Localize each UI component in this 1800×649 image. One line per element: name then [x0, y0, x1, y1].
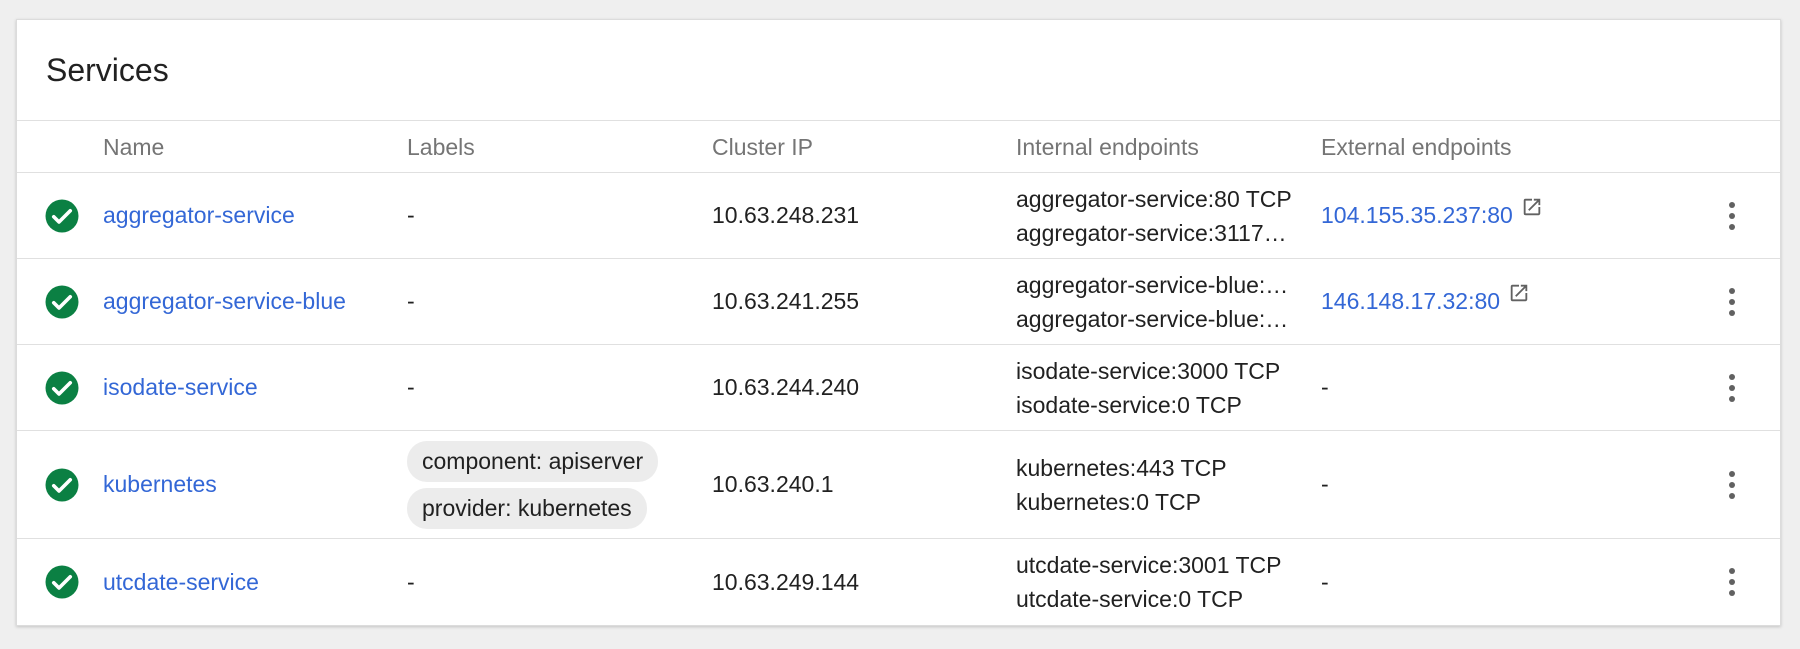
- cluster-ip-value: 10.63.240.1: [712, 471, 834, 497]
- internal-endpoint: isodate-service:3000 TCP: [1016, 357, 1281, 384]
- more-vert-icon[interactable]: [1723, 282, 1741, 322]
- table-row: aggregator-service - 10.63.248.231 aggre…: [17, 173, 1780, 259]
- internal-endpoint: kubernetes:0 TCP: [1016, 488, 1201, 515]
- table-row: kubernetes component: apiserver provider…: [17, 431, 1780, 539]
- internal-endpoint: kubernetes:443 TCP: [1016, 454, 1227, 481]
- table-row: isodate-service - 10.63.244.240 isodate-…: [17, 345, 1780, 431]
- external-endpoint-value: -: [1321, 568, 1329, 595]
- internal-endpoint: aggregator-service-blue:31173 TCP: [1016, 305, 1294, 332]
- internal-endpoint: aggregator-service-blue:80 TCP: [1016, 271, 1294, 298]
- external-endpoint-value: -: [1321, 471, 1329, 497]
- labels-value: -: [407, 568, 415, 595]
- column-header-labels: Labels: [407, 134, 475, 160]
- service-name-link[interactable]: isodate-service: [103, 374, 373, 401]
- check-circle-icon: [45, 468, 79, 501]
- label-chip: component: apiserver: [407, 440, 659, 482]
- labels-value: -: [407, 288, 415, 314]
- column-header-internal-endpoints: Internal endpoints: [1016, 134, 1199, 160]
- open-in-new-icon[interactable]: [1508, 282, 1530, 304]
- service-name-link[interactable]: utcdate-service: [103, 569, 373, 596]
- column-header-name[interactable]: Name: [103, 121, 164, 173]
- check-circle-icon: [45, 199, 79, 232]
- more-vert-icon[interactable]: [1723, 368, 1741, 408]
- service-name-link[interactable]: aggregator-service: [103, 202, 373, 229]
- cluster-ip-value: 10.63.248.231: [712, 202, 860, 228]
- cluster-ip-value: 10.63.244.240: [712, 374, 860, 400]
- check-circle-icon: [45, 565, 79, 599]
- check-circle-icon: [45, 371, 79, 404]
- cluster-ip-value: 10.63.249.144: [712, 568, 860, 595]
- external-endpoint-value: -: [1321, 374, 1329, 400]
- table-header: Name Labels Cluster IP Internal endpoint…: [17, 121, 1780, 173]
- table-row: utcdate-service - 10.63.249.144 utcdate-…: [17, 539, 1780, 625]
- internal-endpoint: utcdate-service:3001 TCP: [1016, 552, 1282, 578]
- open-in-new-icon[interactable]: [1521, 196, 1543, 218]
- internal-endpoint: isodate-service:0 TCP: [1016, 391, 1242, 418]
- column-header-cluster-ip: Cluster IP: [712, 134, 813, 160]
- external-endpoint-link[interactable]: 146.148.17.32:80: [1321, 288, 1500, 315]
- service-name-link[interactable]: aggregator-service-blue: [103, 288, 373, 315]
- more-vert-icon[interactable]: [1723, 465, 1741, 505]
- label-chip: provider: kubernetes: [407, 487, 647, 529]
- external-endpoint-link[interactable]: 104.155.35.237:80: [1321, 202, 1513, 229]
- table-row: aggregator-service-blue - 10.63.241.255 …: [17, 259, 1780, 345]
- internal-endpoint: utcdate-service:0 TCP: [1016, 586, 1244, 612]
- services-card: Services Name Labels Cluster IP Internal…: [16, 19, 1781, 626]
- internal-endpoint: aggregator-service:80 TCP: [1016, 185, 1292, 212]
- more-vert-icon[interactable]: [1723, 196, 1741, 236]
- service-name-link[interactable]: kubernetes: [103, 471, 373, 498]
- check-circle-icon: [45, 285, 79, 318]
- labels-value: -: [407, 202, 415, 228]
- cluster-ip-value: 10.63.241.255: [712, 288, 860, 314]
- card-title: Services: [17, 20, 1780, 121]
- more-vert-icon[interactable]: [1723, 562, 1741, 602]
- internal-endpoint: aggregator-service:31172 TCP: [1016, 219, 1294, 246]
- column-header-external-endpoints: External endpoints: [1321, 134, 1512, 160]
- labels-value: -: [407, 374, 415, 400]
